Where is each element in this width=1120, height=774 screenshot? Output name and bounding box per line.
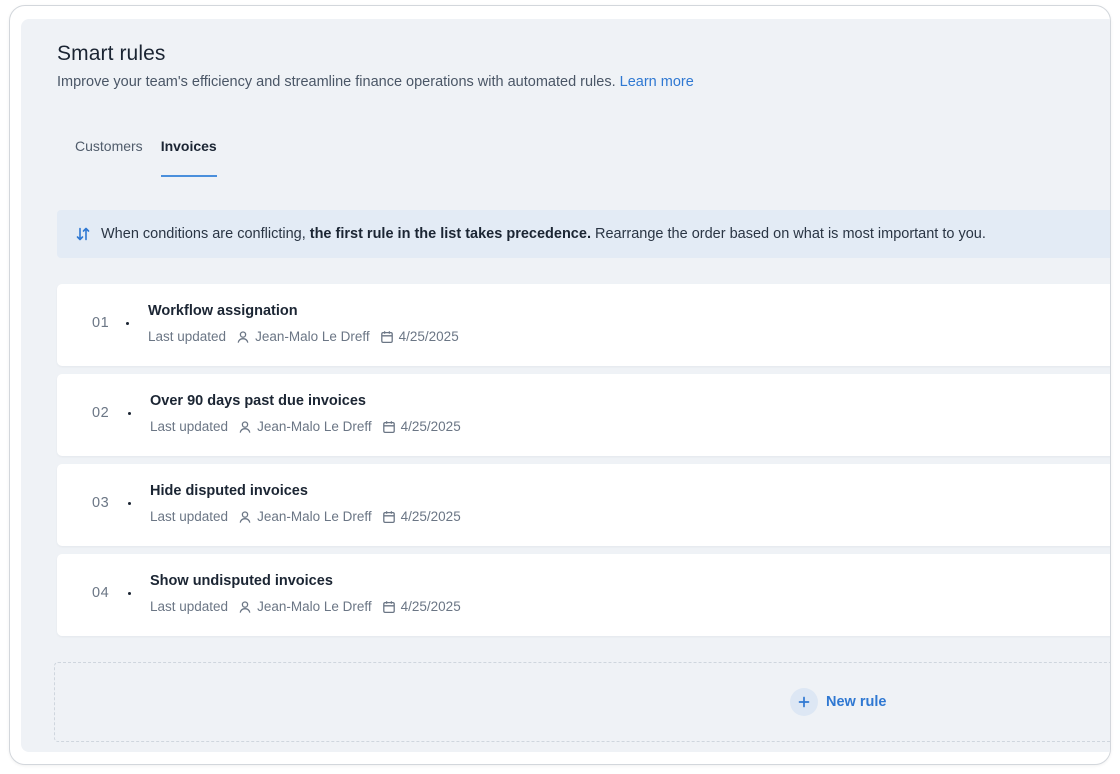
new-rule-button[interactable]: New rule xyxy=(790,688,886,716)
learn-more-link[interactable]: Learn more xyxy=(620,74,694,90)
rule-card[interactable]: 01 Workflow assignation Last updated Jea… xyxy=(57,284,1110,366)
drag-handle-dot[interactable] xyxy=(128,592,131,595)
last-updated-label: Last updated xyxy=(148,329,227,344)
rule-meta: Last updated Jean-Malo Le Dreff 4/25/202… xyxy=(150,509,461,524)
rule-card[interactable]: 04 Show undisputed invoices Last updated… xyxy=(57,554,1110,636)
updated-date: 4/25/2025 xyxy=(400,509,461,524)
rule-meta: Last updated Jean-Malo Le Dreff 4/25/202… xyxy=(150,419,461,434)
drag-handle-dot[interactable] xyxy=(128,412,131,415)
banner-text-bold: the first rule in the list takes precede… xyxy=(309,226,591,242)
rule-number: 02 xyxy=(92,405,110,421)
rule-card[interactable]: 02 Over 90 days past due invoices Last u… xyxy=(57,374,1110,456)
calendar-icon xyxy=(380,330,394,344)
tab-customers[interactable]: Customers xyxy=(75,138,143,176)
subtitle-text: Improve your team's efficiency and strea… xyxy=(57,74,616,90)
drag-handle-dot[interactable] xyxy=(126,322,129,325)
rule-meta: Last updated Jean-Malo Le Dreff 4/25/202… xyxy=(148,329,459,344)
last-updated-label: Last updated xyxy=(150,419,229,434)
calendar-icon xyxy=(382,600,396,614)
rule-title: Workflow assignation xyxy=(148,303,298,319)
rule-meta: Last updated Jean-Malo Le Dreff 4/25/202… xyxy=(150,599,461,614)
rule-title: Over 90 days past due invoices xyxy=(150,393,366,409)
user-icon xyxy=(238,600,252,614)
banner-text-before: When conditions are conflicting, xyxy=(101,226,306,242)
author-name: Jean-Malo Le Dreff xyxy=(255,329,370,344)
author-name: Jean-Malo Le Dreff xyxy=(257,419,372,434)
rule-title: Show undisputed invoices xyxy=(150,573,333,589)
page-subtitle: Improve your team's efficiency and strea… xyxy=(57,74,694,90)
rule-number: 04 xyxy=(92,585,110,601)
drag-handle-dot[interactable] xyxy=(128,502,131,505)
user-icon xyxy=(238,420,252,434)
rule-card[interactable]: 03 Hide disputed invoices Last updated J… xyxy=(57,464,1110,546)
calendar-icon xyxy=(382,420,396,434)
user-icon xyxy=(236,330,250,344)
rule-title: Hide disputed invoices xyxy=(150,483,308,499)
updated-date: 4/25/2025 xyxy=(400,419,461,434)
smart-rules-panel: Smart rules Improve your team's efficien… xyxy=(21,19,1110,752)
plus-icon xyxy=(790,688,818,716)
author-name: Jean-Malo Le Dreff xyxy=(257,599,372,614)
rule-number: 03 xyxy=(92,495,110,511)
sort-arrows-icon xyxy=(75,226,91,242)
user-icon xyxy=(238,510,252,524)
precedence-banner: When conditions are conflicting, the fir… xyxy=(57,210,1110,258)
author-name: Jean-Malo Le Dreff xyxy=(257,509,372,524)
last-updated-label: Last updated xyxy=(150,599,229,614)
updated-date: 4/25/2025 xyxy=(398,329,459,344)
banner-text-after: Rearrange the order based on what is mos… xyxy=(594,226,986,242)
tab-invoices[interactable]: Invoices xyxy=(160,138,217,177)
rule-number: 01 xyxy=(92,315,110,331)
tab-bar: Customers Invoices xyxy=(75,138,217,177)
new-rule-dropzone[interactable]: New rule xyxy=(54,662,1110,742)
app-window: Smart rules Improve your team's efficien… xyxy=(9,5,1111,765)
last-updated-label: Last updated xyxy=(150,509,229,524)
updated-date: 4/25/2025 xyxy=(400,599,461,614)
calendar-icon xyxy=(382,510,396,524)
new-rule-label: New rule xyxy=(826,694,887,710)
page-title: Smart rules xyxy=(57,42,166,65)
